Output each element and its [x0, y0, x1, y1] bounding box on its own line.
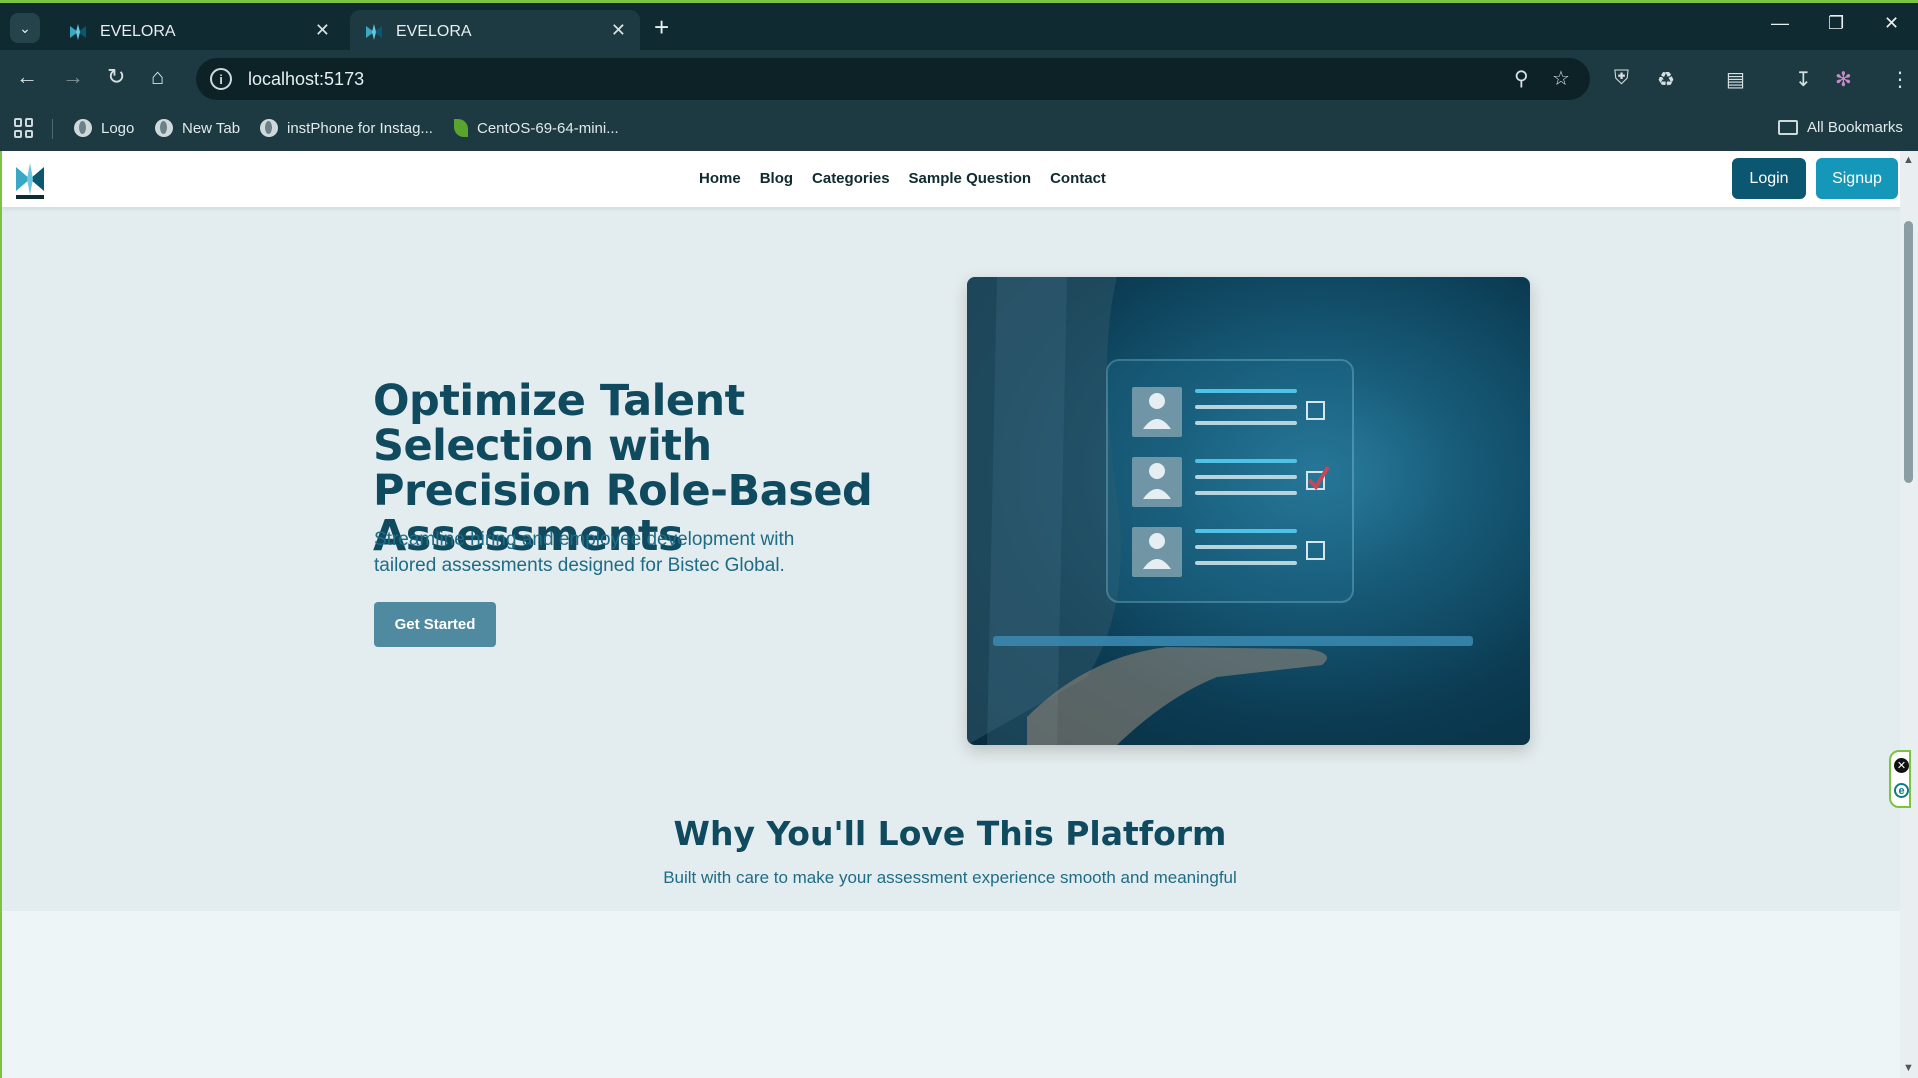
leaf-icon [454, 119, 468, 137]
evelora-favicon-icon [70, 23, 86, 40]
nav-home[interactable]: Home [699, 170, 741, 187]
all-bookmarks[interactable]: All Bookmarks [1778, 119, 1903, 136]
back-arrow-icon[interactable]: ← [16, 63, 38, 91]
kebab-menu-icon[interactable]: ⋮ [1890, 67, 1910, 92]
address-url[interactable]: localhost:5173 [248, 69, 364, 90]
bookmark-label: Logo [101, 119, 135, 137]
bookmark-instphone[interactable]: instPhone for Instag... [260, 119, 433, 137]
bookmark-label: CentOS-69-64-mini... [477, 119, 619, 137]
browser-tab-active[interactable]: EVELORA ✕ [350, 10, 640, 53]
scroll-up-arrow-icon[interactable]: ▲ [1903, 154, 1914, 166]
zoom-magnifier-icon[interactable]: ⚲ [1514, 66, 1529, 91]
bookmark-centos[interactable]: CentOS-69-64-mini... [454, 119, 619, 137]
forward-arrow-icon[interactable]: → [62, 63, 84, 91]
features-section [2, 911, 1902, 1078]
close-icon[interactable]: ✕ [611, 20, 626, 41]
page-scrollbar[interactable]: ▲ ▼ [1900, 151, 1918, 1078]
nav-contact[interactable]: Contact [1050, 170, 1106, 187]
bookmark-label: instPhone for Instag... [287, 119, 433, 137]
chevron-down-icon: ⌄ [19, 19, 31, 36]
restore-icon[interactable]: ❐ [1828, 13, 1844, 34]
nav-sample-question[interactable]: Sample Question [909, 170, 1032, 187]
download-icon[interactable]: ↧ [1795, 67, 1812, 92]
main-nav: Home Blog Categories Sample Question Con… [699, 170, 1125, 187]
home-icon[interactable]: ⌂ [151, 63, 164, 91]
scroll-down-arrow-icon[interactable]: ▼ [1903, 1062, 1914, 1074]
apps-grid-icon[interactable] [14, 118, 34, 138]
scrollbar-thumb[interactable] [1904, 221, 1913, 483]
bookmark-logo[interactable]: Logo [74, 119, 134, 137]
bookmarks-bar: Logo New Tab instPhone for Instag... Cen… [0, 107, 1918, 151]
globe-icon [260, 119, 278, 137]
tab-title: EVELORA [396, 22, 472, 40]
bookmarks-divider [52, 119, 53, 139]
tab-search-button[interactable]: ⌄ [10, 13, 40, 43]
globe-icon [155, 119, 173, 137]
bookmark-new-tab[interactable]: New Tab [155, 119, 240, 137]
bookmark-star-icon[interactable]: ☆ [1552, 66, 1570, 91]
browser-tab-strip: ⌄ EVELORA ✕ EVELORA ✕ + — ❐ ✕ [0, 0, 1918, 53]
login-button[interactable]: Login [1732, 158, 1806, 199]
folder-icon [1778, 120, 1798, 135]
address-bar[interactable]: i localhost:5173 ⚲ ☆ [196, 58, 1590, 100]
web-page: Home Blog Categories Sample Question Con… [0, 151, 1918, 1078]
minimize-icon[interactable]: — [1771, 13, 1789, 34]
reload-icon[interactable]: ↻ [107, 63, 125, 91]
features-subtitle: Built with care to make your assessment … [663, 868, 1237, 887]
site-navbar: Home Blog Categories Sample Question Con… [2, 151, 1902, 207]
get-started-button[interactable]: Get Started [374, 602, 496, 647]
hero-image [967, 277, 1530, 745]
bookmark-label: New Tab [182, 119, 241, 137]
features-title: Why You'll Love This Platform [673, 814, 1227, 853]
extension-e-icon[interactable]: e [1894, 783, 1909, 798]
floating-extension-widget[interactable]: ✕ e [1889, 750, 1911, 808]
browser-toolbar: ← → ↻ ⌂ i localhost:5173 ⚲ ☆ ⛨ ♻ ▤ ↧ ✻ ⋮ [0, 50, 1918, 107]
shield-extension-icon[interactable]: ⛨ [1614, 67, 1629, 90]
nav-categories[interactable]: Categories [812, 170, 890, 187]
close-circle-icon[interactable]: ✕ [1894, 758, 1909, 773]
browser-tab[interactable]: EVELORA ✕ [54, 10, 344, 53]
checklist-illustration-icon [967, 277, 1473, 745]
extensions-puzzle-icon[interactable]: ♻ [1657, 67, 1675, 92]
close-icon[interactable]: ✕ [315, 20, 330, 41]
tab-title: EVELORA [100, 22, 176, 40]
evelora-logo-icon[interactable] [14, 161, 46, 201]
signup-button[interactable]: Signup [1816, 158, 1898, 199]
site-info-icon[interactable]: i [210, 68, 232, 90]
window-close-icon[interactable]: ✕ [1884, 13, 1899, 34]
new-tab-plus-icon[interactable]: + [654, 13, 669, 41]
evelora-favicon-icon [366, 23, 382, 40]
reading-mode-icon[interactable]: ▤ [1726, 67, 1745, 92]
profile-avatar-icon[interactable]: ✻ [1835, 67, 1852, 92]
all-bookmarks-label: All Bookmarks [1807, 119, 1903, 136]
globe-icon [74, 119, 92, 137]
nav-blog[interactable]: Blog [760, 170, 793, 187]
hero-subtitle: Streamline hiring and employee developme… [374, 529, 795, 576]
